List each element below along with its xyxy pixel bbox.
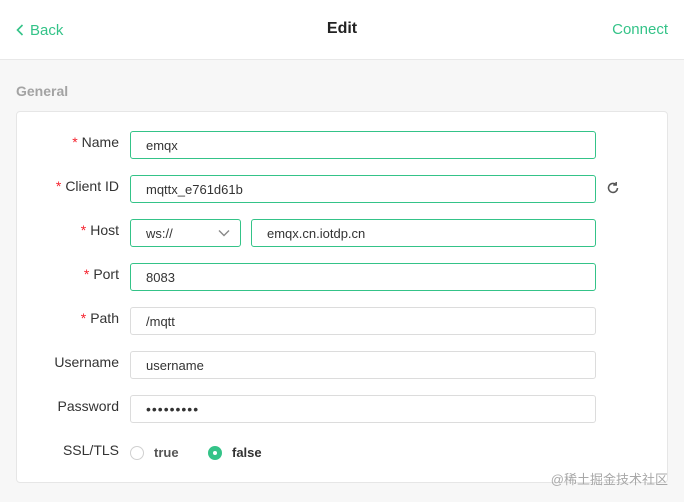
ssl-true-label: true: [154, 445, 179, 460]
top-bar: Back Edit Connect: [0, 0, 684, 60]
ssl-false-radio[interactable]: false: [208, 445, 262, 460]
radio-unchecked-icon: [130, 445, 144, 460]
name-label-text: Name: [81, 134, 119, 150]
name-input[interactable]: emqx: [130, 131, 596, 159]
required-marker: *: [83, 266, 90, 282]
host-label: * Host: [17, 222, 119, 238]
name-value: emqx: [146, 137, 178, 153]
ssl-false-label: false: [232, 445, 262, 460]
client-id-input[interactable]: mqttx_e761d61b: [130, 175, 596, 203]
password-value: •••••••••: [146, 401, 200, 417]
protocol-value: ws://: [146, 225, 173, 241]
port-input[interactable]: 8083: [130, 263, 596, 291]
password-input[interactable]: •••••••••: [130, 395, 596, 423]
path-value: /mqtt: [146, 313, 175, 329]
ssl-tls-label: SSL/TLS: [62, 442, 119, 458]
required-marker: *: [80, 222, 87, 238]
client-id-label: * Client ID: [17, 178, 119, 194]
watermark: @稀土掘金技术社区: [550, 472, 668, 487]
required-marker: *: [55, 178, 62, 194]
path-input[interactable]: /mqtt: [130, 307, 596, 335]
password-label: Password: [57, 398, 119, 414]
connect-button[interactable]: Connect: [612, 21, 668, 38]
chevron-down-icon: [218, 230, 230, 237]
path-label: * Path: [17, 310, 119, 326]
refresh-icon[interactable]: [606, 181, 620, 195]
section-title-general: General: [16, 83, 69, 99]
username-input[interactable]: username: [130, 351, 596, 379]
host-input[interactable]: emqx.cn.iotdp.cn: [251, 219, 596, 247]
port-label: * Port: [17, 266, 119, 282]
page-title: Edit: [326, 20, 358, 37]
path-label-text: Path: [90, 310, 119, 326]
client-id-label-text: Client ID: [65, 178, 119, 194]
name-label: * Name: [17, 134, 119, 150]
required-marker: *: [72, 134, 78, 150]
port-label-text: Port: [93, 266, 119, 282]
username-value: username: [146, 357, 204, 373]
client-id-value: mqttx_e761d61b: [146, 181, 243, 197]
host-value: emqx.cn.iotdp.cn: [267, 225, 366, 241]
port-value: 8083: [146, 269, 175, 285]
host-label-text: Host: [90, 222, 119, 238]
username-label: Username: [54, 354, 119, 370]
radio-checked-icon: [208, 445, 222, 460]
general-settings-card: * Name emqx * Client ID mqttx_e761d61b * Ho…: [16, 111, 668, 483]
required-marker: *: [80, 310, 87, 326]
ssl-true-radio[interactable]: true: [130, 445, 179, 460]
protocol-select[interactable]: ws://: [130, 219, 241, 247]
